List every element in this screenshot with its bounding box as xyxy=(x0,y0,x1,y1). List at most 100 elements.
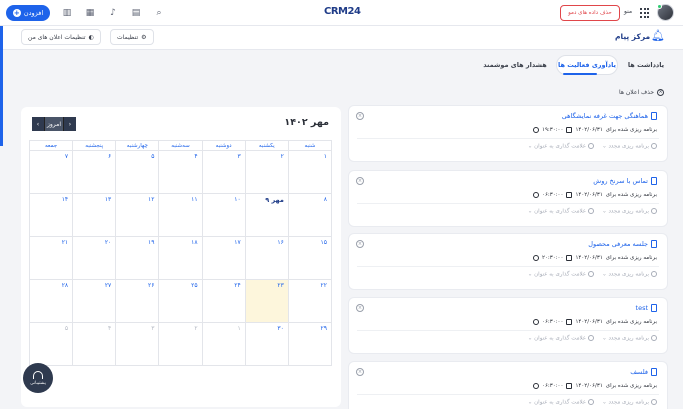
menu-label[interactable]: منو xyxy=(624,8,632,15)
settings-button[interactable]: تنظیمات ⚙ xyxy=(110,29,154,45)
calendar-day[interactable]: ۱۳ xyxy=(73,194,117,237)
calendar-day[interactable]: ۱۵ xyxy=(288,237,332,280)
reminder-title-text[interactable]: جلسه معرفی محصول xyxy=(588,240,648,248)
delete-demo-data-button[interactable]: حذف داده های دمو xyxy=(560,5,620,21)
calendar-day-today[interactable]: ۲۳ xyxy=(245,280,289,323)
close-card-icon[interactable]: × xyxy=(356,112,364,120)
calendar-day[interactable]: ۲۴ xyxy=(202,280,246,323)
calendar-day[interactable]: ۲۵ xyxy=(159,280,203,323)
add-button[interactable]: + افزودن xyxy=(6,5,50,21)
card-divider xyxy=(357,138,659,139)
delete-notifications-label: حذف اعلان ها xyxy=(619,89,655,96)
reminder-title-text[interactable]: فلسف xyxy=(630,368,648,376)
reschedule-button[interactable]: ⌄ برنامه ریزی مجدد xyxy=(602,143,657,150)
calendar-day[interactable]: ۳ xyxy=(116,323,160,366)
reminder-title[interactable]: هماهنگی جهت غرفه نمایشگاهی xyxy=(562,112,657,120)
calendar-day[interactable]: ۲۲ xyxy=(288,280,332,323)
reminder-time: ۰۶:۳۰:۰۰ xyxy=(542,383,564,389)
refresh-icon xyxy=(651,271,657,277)
calendar-day[interactable]: ۱۱ xyxy=(159,194,203,237)
calendar-day[interactable]: ۱۶ xyxy=(245,237,289,280)
reminder-title-text[interactable]: هماهنگی جهت غرفه نمایشگاهی xyxy=(562,112,648,120)
calendar-day[interactable]: ۱ xyxy=(202,323,246,366)
notification-settings-button[interactable]: تنظیمات اعلان های من ◐ xyxy=(21,29,101,45)
calendar-day[interactable]: ۲ xyxy=(159,323,203,366)
reminder-schedule: ۰۶:۳۰:۰۰ ۱۴۰۲/۰۶/۳۱ برنامه ریزی شده برای xyxy=(533,192,657,198)
calendar-day[interactable]: ۲۸ xyxy=(30,280,74,323)
apps-grid-icon[interactable] xyxy=(640,8,650,18)
calendar-day[interactable]: ۵ xyxy=(116,151,160,194)
calendar-day[interactable]: ۲۱ xyxy=(30,237,74,280)
calendar-day[interactable]: ۲۰ xyxy=(73,237,117,280)
reschedule-button[interactable]: ⌄ برنامه ریزی مجدد xyxy=(602,271,657,278)
calendar-day[interactable]: ۱ xyxy=(288,151,332,194)
calendar-day[interactable]: ۱۹ xyxy=(116,237,160,280)
add-button-label: افزودن xyxy=(23,9,44,17)
mark-as-label: علامت گذاری به عنوان xyxy=(534,271,587,278)
calendar-icon xyxy=(566,127,573,133)
calendar-day[interactable]: ۱۰ xyxy=(202,194,246,237)
mark-as-button[interactable]: ⌄ علامت گذاری به عنوان xyxy=(528,399,595,406)
calendar-day[interactable]: ۳ xyxy=(202,151,246,194)
reschedule-button[interactable]: ⌄ برنامه ریزی مجدد xyxy=(602,335,657,342)
calendar-day[interactable]: ۲۷ xyxy=(73,280,117,323)
notification-settings-label: تنظیمات اعلان های من xyxy=(28,33,86,41)
mark-as-label: علامت گذاری به عنوان xyxy=(534,208,587,215)
calendar-icon[interactable]: ▦ xyxy=(84,7,96,19)
tab-activity-reminders[interactable]: یادآوری فعالیت ها xyxy=(556,55,618,75)
close-card-icon[interactable]: × xyxy=(356,177,364,185)
reschedule-button[interactable]: ⌄ برنامه ریزی مجدد xyxy=(602,399,657,406)
calendar-day[interactable]: ۹ مهر xyxy=(245,194,289,237)
calendar-week: ۲۸ ۲۷ ۲۶ ۲۵ ۲۴ ۲۳ ۲۲ xyxy=(30,280,332,323)
mark-as-button[interactable]: ⌄ علامت گذاری به عنوان xyxy=(528,208,595,215)
tab-smart-alerts[interactable]: هشدار های موشمند xyxy=(482,55,548,75)
reminder-date: ۱۴۰۲/۰۶/۳۱ xyxy=(575,383,603,389)
close-card-icon[interactable]: × xyxy=(356,240,364,248)
calendar-day[interactable]: ۴ xyxy=(73,323,117,366)
today-button[interactable]: امروز xyxy=(44,117,64,131)
mark-as-button[interactable]: ⌄ علامت گذاری به عنوان xyxy=(528,271,595,278)
calendar-day[interactable]: ۱۲ xyxy=(116,194,160,237)
calendar-day[interactable]: ۶ xyxy=(73,151,117,194)
gear-icon: ⚙ xyxy=(141,33,147,41)
avatar[interactable] xyxy=(657,4,674,21)
reminder-title[interactable]: جلسه معرفی محصول xyxy=(588,240,657,248)
reschedule-button[interactable]: ⌄ برنامه ریزی مجدد xyxy=(602,208,657,215)
top-bar: + افزودن ▥ ▦ ♪ ▤ ⌕ CRM24 حذف داده های دم… xyxy=(0,0,683,26)
calendar-day[interactable]: ۱۷ xyxy=(202,237,246,280)
calendar-day[interactable]: ۲ xyxy=(245,151,289,194)
online-status-dot xyxy=(657,4,662,9)
calendar-day[interactable]: ۲۹ xyxy=(288,323,332,366)
prev-month-button[interactable]: ‹ xyxy=(32,117,44,131)
reminder-title-text[interactable]: تماس با سرنخ روش xyxy=(593,177,648,185)
calendar-day[interactable]: ۱۸ xyxy=(159,237,203,280)
delete-notifications-button[interactable]: حذف اعلان ها × xyxy=(619,89,665,96)
close-card-icon[interactable]: × xyxy=(356,368,364,376)
bell-icon[interactable]: ♪ xyxy=(107,7,119,19)
reminder-title[interactable]: فلسف xyxy=(630,368,657,376)
calendar-icon xyxy=(566,255,573,261)
calendar-day[interactable]: ۱۴ xyxy=(30,194,74,237)
weekday-label: چهارشنبه xyxy=(116,141,160,151)
reminder-title-text[interactable]: test xyxy=(636,304,648,312)
search-icon[interactable]: ⌕ xyxy=(153,7,165,19)
support-button[interactable]: پشتیبانی xyxy=(23,363,53,393)
calendar-day[interactable]: ۳۰ xyxy=(245,323,289,366)
calendar-day[interactable]: ۴ xyxy=(159,151,203,194)
mark-as-button[interactable]: ⌄ علامت گذاری به عنوان xyxy=(528,335,595,342)
tab-notes[interactable]: یادداشت ها xyxy=(622,55,670,75)
close-card-icon[interactable]: × xyxy=(356,304,364,312)
reschedule-label: برنامه ریزی مجدد xyxy=(608,399,649,406)
calendar-day[interactable]: ۸ xyxy=(288,194,332,237)
calendar-day[interactable]: ۲۶ xyxy=(116,280,160,323)
next-month-button[interactable]: › xyxy=(64,117,76,131)
calendar-day[interactable]: ۵ xyxy=(30,323,74,366)
clipboard-icon[interactable]: ▤ xyxy=(130,7,142,19)
reminder-title[interactable]: تماس با سرنخ روش xyxy=(593,177,657,185)
reminder-title[interactable]: test xyxy=(636,304,657,312)
chart-icon[interactable]: ▥ xyxy=(61,7,73,19)
calendar-day[interactable]: ۷ xyxy=(30,151,74,194)
reminder-date: ۱۴۰۲/۰۶/۳۱ xyxy=(575,319,603,325)
support-label: پشتیبانی xyxy=(30,380,46,386)
mark-as-button[interactable]: ⌄ علامت گذاری به عنوان xyxy=(528,143,595,150)
